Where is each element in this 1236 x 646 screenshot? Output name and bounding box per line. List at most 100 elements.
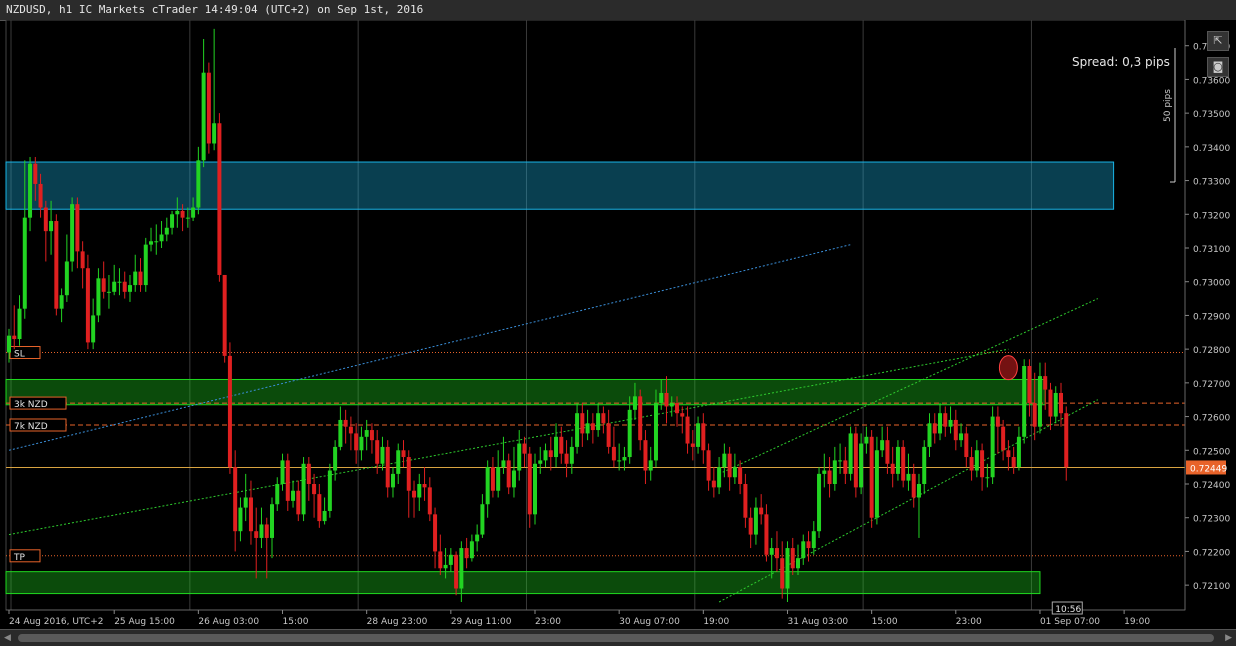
candle-body bbox=[617, 460, 622, 462]
candle-body bbox=[964, 433, 969, 458]
candle-body bbox=[206, 72, 211, 144]
candle-body bbox=[554, 436, 559, 458]
candle-body bbox=[496, 467, 501, 491]
candle-body bbox=[101, 278, 106, 292]
candle-body bbox=[1043, 376, 1048, 390]
scroll-right-arrow-icon[interactable]: ▶ bbox=[1225, 633, 1232, 643]
time-tick-label: 30 Aug 07:00 bbox=[619, 617, 680, 627]
candle-body bbox=[1027, 366, 1032, 404]
candle-body bbox=[659, 392, 664, 404]
candle-body bbox=[590, 423, 595, 431]
candle-body bbox=[485, 467, 490, 505]
candle-body bbox=[890, 463, 895, 474]
candle-body bbox=[91, 315, 96, 343]
candle-body bbox=[406, 457, 411, 491]
price-tick-label: 0.72700 bbox=[1193, 380, 1230, 390]
current-time-label: 10:56 bbox=[1055, 605, 1081, 615]
candle-body bbox=[864, 436, 869, 444]
price-tick-label: 0.72600 bbox=[1193, 414, 1230, 424]
candle-body bbox=[885, 440, 890, 464]
candle-body bbox=[422, 484, 427, 488]
candle-body bbox=[7, 335, 11, 353]
marker-circle[interactable] bbox=[998, 355, 1018, 381]
candle-body bbox=[464, 548, 469, 559]
candle-body bbox=[380, 446, 385, 464]
candle-body bbox=[685, 416, 690, 444]
plot-area bbox=[5, 20, 1186, 611]
candle-body bbox=[149, 241, 154, 245]
price-zone[interactable] bbox=[5, 378, 1046, 406]
candle-body bbox=[459, 548, 464, 589]
scroll-left-arrow-icon[interactable]: ◀ bbox=[4, 633, 11, 643]
candle-body bbox=[127, 285, 132, 292]
candle-body bbox=[285, 460, 290, 501]
candle-body bbox=[580, 413, 585, 434]
candle-body bbox=[753, 507, 758, 535]
candle-body bbox=[448, 554, 453, 565]
candle-body bbox=[706, 450, 711, 481]
candle-body bbox=[743, 484, 748, 518]
candle-body bbox=[343, 419, 348, 427]
price-tick-label: 0.73400 bbox=[1193, 144, 1230, 154]
candle-body bbox=[622, 457, 627, 461]
candle-body bbox=[212, 123, 217, 144]
order-label: SL bbox=[14, 350, 25, 360]
candle-body bbox=[764, 514, 769, 555]
candle-body bbox=[1011, 457, 1016, 468]
candle-body bbox=[454, 554, 459, 589]
expand-icon[interactable]: ⇱ bbox=[1207, 31, 1229, 51]
price-zone[interactable] bbox=[5, 571, 1041, 595]
candle-body bbox=[375, 440, 380, 464]
candle-body bbox=[748, 517, 753, 535]
candle-body bbox=[85, 268, 90, 343]
candle-body bbox=[180, 210, 185, 218]
scroll-thumb[interactable] bbox=[18, 634, 1214, 642]
candle-body bbox=[948, 419, 953, 427]
candle-body bbox=[354, 433, 359, 451]
candle-body bbox=[1048, 389, 1053, 417]
chart-title-bar: NZDUSD, h1 IC Markets cTrader 14:49:04 (… bbox=[0, 0, 1236, 21]
candle-body bbox=[675, 403, 680, 414]
price-zone[interactable] bbox=[5, 161, 1115, 210]
candle-body bbox=[774, 548, 779, 559]
candle-body bbox=[59, 295, 64, 309]
candle-body bbox=[895, 446, 900, 474]
candle-body bbox=[627, 409, 632, 458]
candle-body bbox=[80, 251, 85, 269]
horizontal-scrollbar[interactable]: ◀ ▶ bbox=[0, 629, 1236, 646]
candle-body bbox=[511, 470, 516, 488]
price-chart[interactable]: SL 3k NZD 7k NZD TP 0.72100 0.72200 0.72300 0.7… bbox=[0, 20, 1236, 629]
candle-body bbox=[75, 204, 80, 252]
candle-body bbox=[527, 453, 532, 515]
time-tick-label: 15:00 bbox=[283, 617, 309, 627]
candle-body bbox=[291, 490, 296, 501]
time-tick-label: 29 Aug 11:00 bbox=[451, 617, 512, 627]
candle-body bbox=[12, 335, 17, 340]
chart-title: NZDUSD, h1 IC Markets cTrader 14:49:04 (… bbox=[6, 3, 424, 16]
candle-body bbox=[385, 446, 390, 488]
candle-body bbox=[601, 413, 606, 424]
candle-body bbox=[690, 443, 695, 447]
candle-body bbox=[133, 271, 138, 286]
time-tick-label: 19:00 bbox=[703, 617, 729, 627]
candle-body bbox=[238, 507, 243, 532]
candle-body bbox=[417, 484, 422, 498]
candle-body bbox=[785, 548, 790, 589]
candle-body bbox=[927, 423, 932, 447]
time-tick-label: 15:00 bbox=[872, 617, 898, 627]
candle-body bbox=[901, 446, 906, 481]
candle-body bbox=[227, 355, 232, 468]
candle-body bbox=[112, 281, 117, 292]
candle-body bbox=[138, 271, 143, 286]
candle-body bbox=[853, 433, 858, 488]
camera-icon[interactable]: ◙ bbox=[1207, 57, 1229, 77]
time-tick-label: 28 Aug 23:00 bbox=[367, 617, 428, 627]
candle-body bbox=[980, 450, 985, 478]
candle-body bbox=[154, 241, 159, 243]
candle-body bbox=[412, 490, 417, 498]
price-tick-label: 0.72500 bbox=[1193, 447, 1230, 457]
candle-body bbox=[680, 413, 685, 417]
candle-body bbox=[1001, 426, 1006, 451]
candle-body bbox=[54, 221, 59, 309]
candle-body bbox=[217, 123, 222, 275]
